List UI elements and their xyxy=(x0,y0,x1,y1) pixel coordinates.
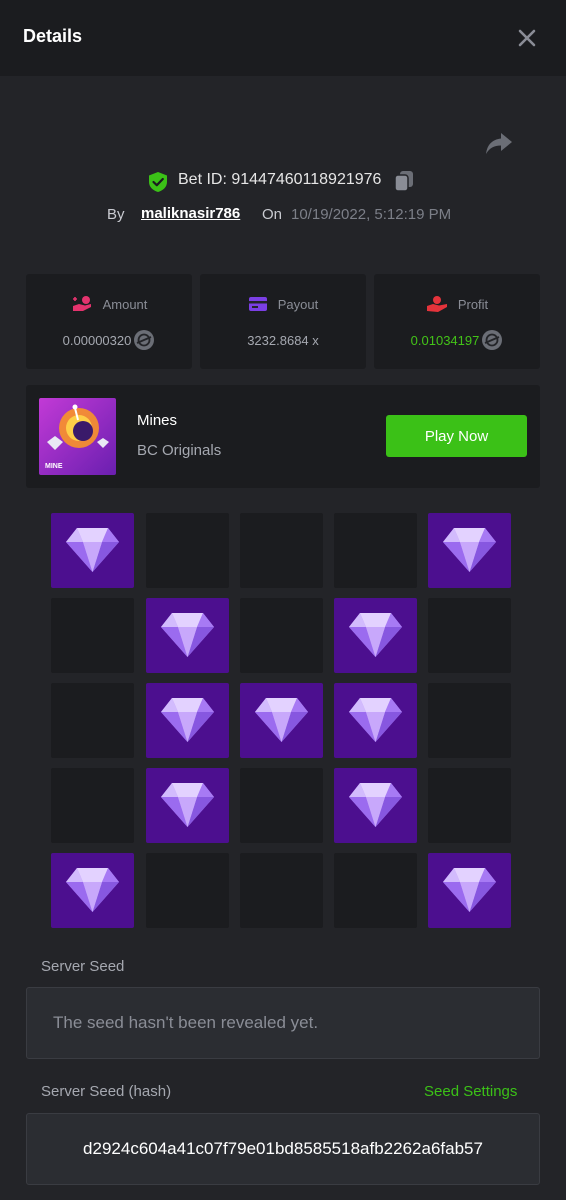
empty-tile xyxy=(428,683,511,758)
coin-icon xyxy=(482,330,503,350)
gem-tile xyxy=(334,598,417,673)
profit-value: 0.01034197 xyxy=(410,332,480,348)
empty-tile xyxy=(240,513,323,588)
profit-icon xyxy=(426,296,447,312)
share-button[interactable] xyxy=(484,130,514,158)
bet-id-row: Bet ID: 91447460118921976 xyxy=(0,168,566,194)
play-now-button[interactable]: Play Now xyxy=(386,415,527,457)
empty-tile xyxy=(51,598,134,673)
empty-tile xyxy=(334,853,417,928)
gem-tile xyxy=(334,683,417,758)
close-icon xyxy=(518,29,536,47)
gem-icon xyxy=(161,613,214,657)
empty-tile xyxy=(51,768,134,843)
gem-icon xyxy=(161,698,214,742)
empty-tile xyxy=(428,598,511,673)
gem-tile xyxy=(51,513,134,588)
gem-icon xyxy=(443,528,496,572)
gem-tile xyxy=(428,513,511,588)
gem-tile xyxy=(428,853,511,928)
bet-meta-row: By maliknasir786 On 10/19/2022, 5:12:19 … xyxy=(0,204,566,226)
amount-label: Amount xyxy=(102,296,148,312)
game-thumbnail[interactable]: MINE xyxy=(39,398,116,475)
server-seed-label: Server Seed xyxy=(41,958,125,975)
payout-icon xyxy=(248,297,267,311)
gem-tile xyxy=(146,683,229,758)
empty-tile xyxy=(146,853,229,928)
page-title: Details xyxy=(23,26,83,46)
gem-icon xyxy=(66,528,119,572)
details-header: Details xyxy=(0,0,566,76)
empty-tile xyxy=(240,853,323,928)
empty-tile xyxy=(240,598,323,673)
bet-id: Bet ID: 91447460118921976 xyxy=(178,171,382,188)
gem-icon xyxy=(349,783,402,827)
server-seed-field: The seed hasn't been revealed yet. xyxy=(26,987,540,1059)
gem-tile xyxy=(51,853,134,928)
gem-icon xyxy=(66,868,119,912)
payout-value: 3232.8684 x xyxy=(247,332,319,348)
coin-icon xyxy=(134,330,155,350)
empty-tile xyxy=(428,768,511,843)
gem-icon xyxy=(349,613,402,657)
server-seed-value: The seed hasn't been revealed yet. xyxy=(53,1013,319,1032)
game-thumb-label: MINE xyxy=(45,463,63,470)
gem-icon xyxy=(443,868,496,912)
by-label: By xyxy=(107,206,125,223)
payout-card: Payout 3232.8684 x xyxy=(200,274,366,369)
seed-settings-link[interactable]: Seed Settings xyxy=(424,1083,517,1100)
on-label: On xyxy=(262,206,283,223)
empty-tile xyxy=(51,683,134,758)
empty-tile xyxy=(146,513,229,588)
copy-icon[interactable] xyxy=(393,169,415,193)
gem-tile xyxy=(240,683,323,758)
share-icon xyxy=(486,133,512,154)
profit-card: Profit 0.01034197 xyxy=(374,274,540,369)
mines-board xyxy=(51,513,512,928)
game-name: Mines xyxy=(137,412,178,429)
payout-label: Payout xyxy=(277,296,319,312)
server-seed-hash-field[interactable]: d2924c604a41c07f79e01bd8585518afb2262a6f… xyxy=(26,1113,540,1185)
gem-icon xyxy=(161,783,214,827)
gem-tile xyxy=(146,768,229,843)
profit-label: Profit xyxy=(457,296,489,312)
server-seed-hash-label: Server Seed (hash) xyxy=(41,1083,172,1100)
gem-tile xyxy=(146,598,229,673)
gem-tile xyxy=(334,768,417,843)
username-link[interactable]: maliknasir786 xyxy=(141,205,240,222)
gem-icon xyxy=(255,698,308,742)
gem-icon xyxy=(349,698,402,742)
empty-tile xyxy=(240,768,323,843)
game-provider: BC Originals xyxy=(137,442,222,459)
mines-game-image: MINE xyxy=(39,398,116,475)
game-card: MINE Mines BC Originals Play Now xyxy=(26,385,540,488)
amount-card: Amount 0.00000320 xyxy=(26,274,192,369)
amount-value: 0.00000320 xyxy=(62,332,132,348)
empty-tile xyxy=(334,513,417,588)
amount-icon xyxy=(72,296,91,311)
server-seed-hash-value: d2924c604a41c07f79e01bd8585518afb2262a6f… xyxy=(83,1139,483,1158)
shield-check-icon xyxy=(149,172,167,192)
close-button[interactable] xyxy=(513,24,541,52)
bet-date: 10/19/2022, 5:12:19 PM xyxy=(291,206,452,223)
